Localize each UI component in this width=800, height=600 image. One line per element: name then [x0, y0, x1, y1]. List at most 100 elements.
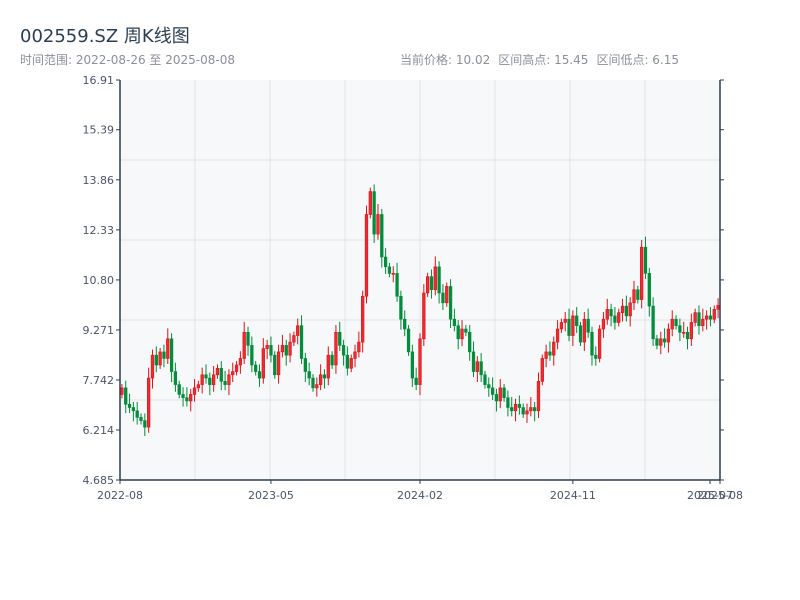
candle-body	[471, 351, 476, 372]
candle-body	[704, 315, 709, 320]
x-tick-label: 2023-05	[248, 489, 294, 502]
candle-body	[166, 338, 170, 359]
candle-body	[571, 315, 575, 336]
y-tick-label: 7.742	[83, 374, 115, 387]
candle-body	[257, 371, 262, 379]
candle-body	[662, 338, 667, 343]
candle-body	[311, 377, 315, 389]
candle-body	[441, 292, 445, 304]
candle-body	[575, 315, 579, 327]
candle-body	[632, 289, 636, 304]
candle-body	[307, 371, 311, 379]
candle-body	[563, 318, 567, 323]
y-tick-label: 15.39	[83, 124, 115, 137]
candle-body	[708, 315, 713, 320]
candle-body	[231, 371, 235, 376]
candle-body	[169, 338, 174, 372]
candle-body	[636, 289, 640, 300]
candle-body	[380, 214, 384, 258]
candle-body	[288, 341, 292, 356]
candle-body	[617, 312, 621, 323]
candle-body	[196, 384, 200, 389]
candle-body	[429, 276, 434, 291]
candle-body	[284, 345, 288, 356]
candle-body	[674, 318, 678, 327]
candle-body	[242, 331, 246, 359]
candle-body	[387, 266, 392, 274]
candle-body	[234, 364, 239, 372]
candle-body	[292, 335, 296, 343]
candle-body	[468, 331, 472, 353]
candle-body	[555, 328, 560, 343]
candle-body	[552, 341, 556, 356]
candle-body	[651, 305, 655, 340]
candle-body	[422, 292, 426, 340]
x-tick-label: 2022-08	[97, 489, 143, 502]
candle-body	[414, 377, 418, 385]
candle-body	[334, 331, 338, 366]
candle-body	[296, 325, 300, 336]
candle-body	[597, 328, 602, 359]
candle-body	[150, 354, 155, 379]
candle-body	[127, 403, 132, 408]
candle-body	[124, 387, 128, 405]
candle-body	[510, 407, 514, 412]
x-tick-label: 2024-11	[550, 489, 596, 502]
candle-body	[410, 351, 414, 379]
candle-body	[246, 331, 250, 346]
candle-body	[479, 361, 483, 376]
candle-body	[525, 410, 529, 415]
candle-body	[395, 273, 399, 297]
candle-body	[533, 407, 537, 412]
candle-body	[513, 403, 518, 412]
candle-body	[406, 328, 411, 353]
x-tick-label: 2025-08	[697, 489, 743, 502]
candle-body	[368, 191, 372, 215]
candle-body	[361, 295, 365, 343]
candle-body	[322, 374, 327, 379]
candle-body	[376, 214, 380, 235]
candle-body	[208, 377, 212, 385]
candle-body	[238, 358, 243, 366]
candle-body	[682, 331, 686, 334]
candle-body	[276, 351, 281, 376]
candle-body	[647, 273, 651, 307]
candle-body	[143, 420, 147, 428]
candle-body	[227, 374, 231, 385]
candle-body	[701, 318, 705, 327]
candle-body	[391, 273, 395, 275]
candle-body	[219, 367, 223, 382]
candle-body	[559, 322, 564, 330]
candle-body	[265, 345, 269, 349]
y-tick-label: 10.80	[83, 274, 115, 287]
candle-body	[685, 331, 690, 340]
candle-body	[494, 394, 499, 402]
candle-body	[399, 295, 403, 320]
candle-body	[341, 345, 346, 356]
candle-body	[204, 374, 208, 379]
candle-body	[364, 214, 369, 297]
candle-body	[655, 338, 659, 346]
candle-body	[250, 345, 254, 366]
candle-body	[548, 351, 552, 356]
candle-body	[437, 266, 441, 294]
candle-body	[135, 410, 139, 418]
candle-body	[601, 318, 606, 330]
candle-body	[624, 305, 629, 317]
candle-body	[666, 328, 671, 343]
candle-body	[613, 315, 617, 323]
y-tick-label: 9.271	[83, 324, 115, 337]
candle-body	[594, 354, 598, 359]
candle-body	[670, 318, 674, 330]
candle-body	[353, 351, 357, 359]
candle-body	[628, 302, 632, 317]
candle-body	[643, 246, 648, 274]
candle-body	[158, 351, 162, 366]
candle-body	[456, 325, 460, 340]
candle-body	[426, 276, 430, 294]
candle-body	[487, 384, 491, 389]
candle-body	[445, 286, 449, 304]
candle-body	[318, 374, 323, 385]
candle-body	[689, 322, 693, 340]
y-tick-label: 16.91	[83, 74, 115, 87]
